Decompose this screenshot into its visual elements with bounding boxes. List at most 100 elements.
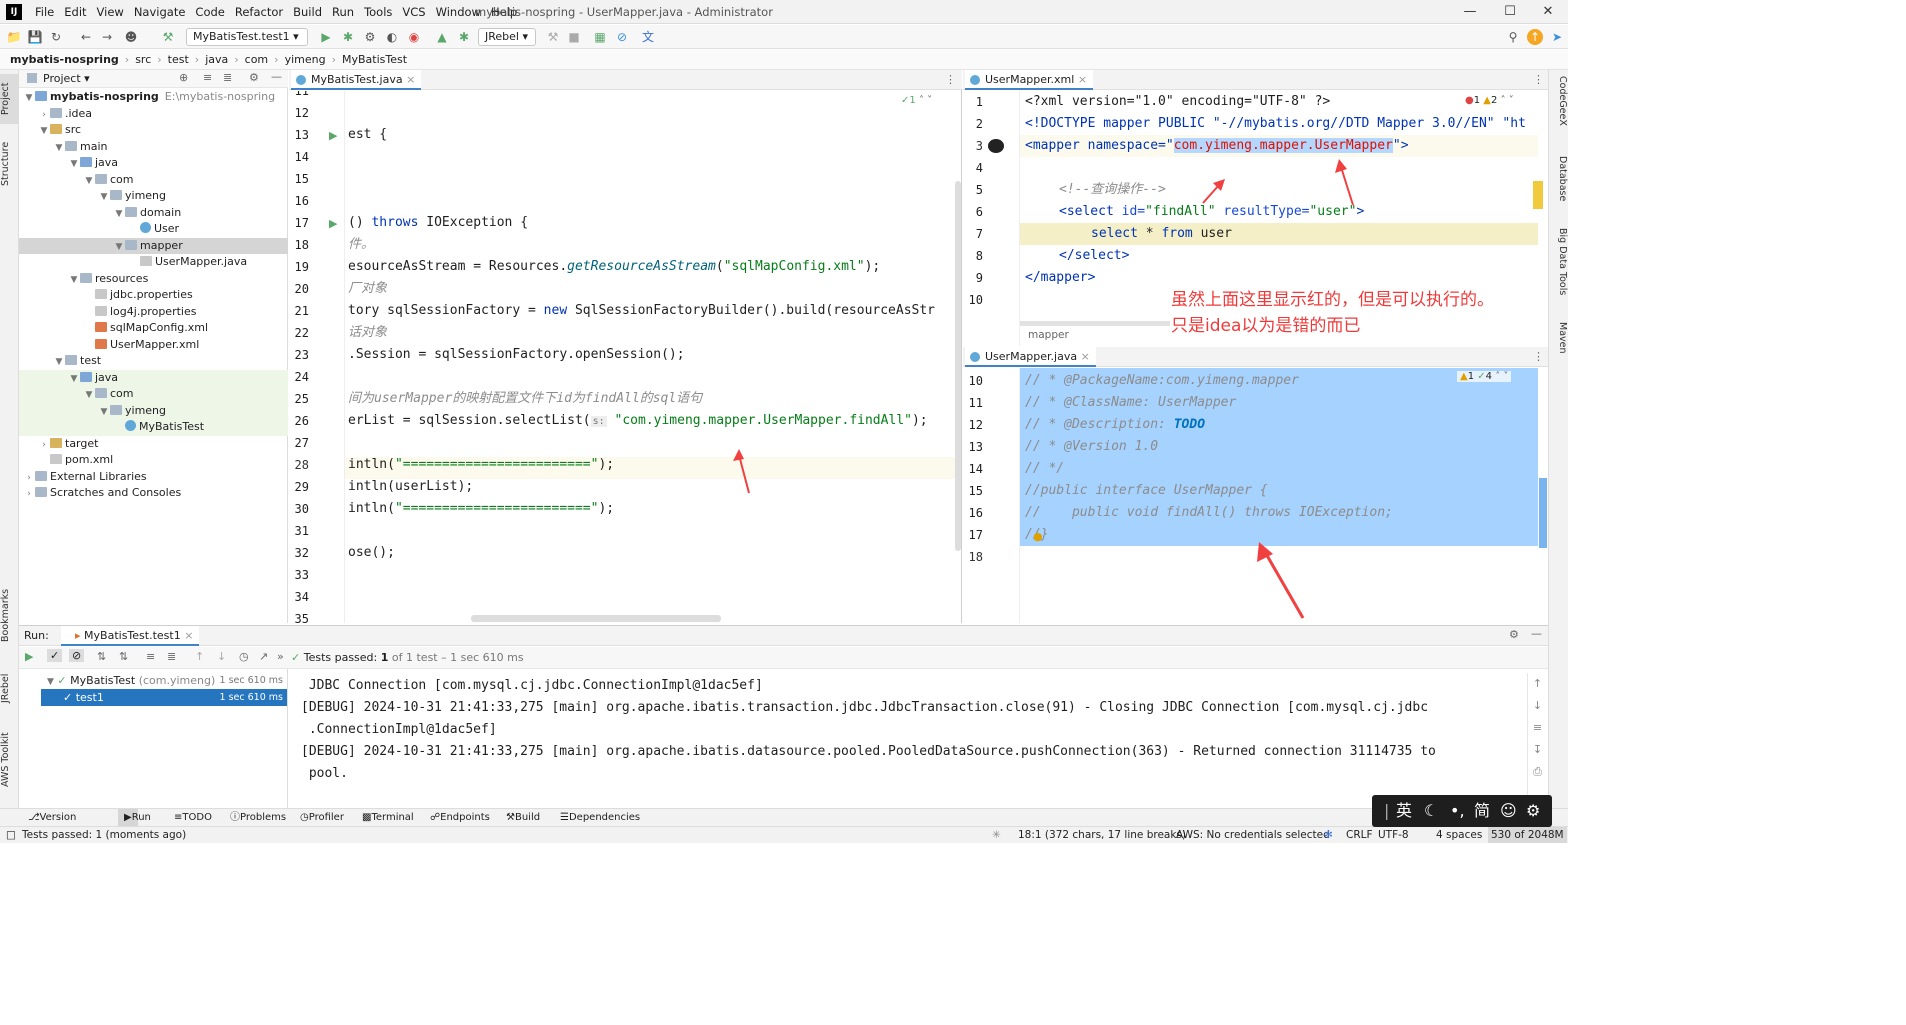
codegeex-tool-tab[interactable]: CodeGeeX: [1551, 76, 1568, 138]
run-gutter-icon[interactable]: ▶: [329, 129, 337, 142]
tab-dependencies[interactable]: ☰ Dependencies: [560, 809, 640, 827]
coverage-report-icon[interactable]: ▦: [592, 29, 608, 45]
expand-arrow-icon[interactable]: ▼: [113, 239, 125, 256]
expand-tests-icon[interactable]: ≡: [146, 650, 155, 663]
ime-emoji-icon[interactable]: ☺: [1500, 799, 1517, 823]
menu-view[interactable]: View: [92, 0, 129, 24]
maximize-icon[interactable]: ☐: [1490, 0, 1530, 24]
tab-profiler[interactable]: ◷ Profiler: [300, 809, 344, 827]
tree-item-yimeng[interactable]: ▼ yimeng: [19, 188, 288, 205]
menu-navigate[interactable]: Navigate: [129, 0, 191, 24]
expand-arrow-icon[interactable]: ▼: [68, 272, 80, 289]
menu-file[interactable]: File: [30, 0, 59, 24]
show-passed-icon[interactable]: ✓: [47, 649, 63, 662]
close-run-tab-icon[interactable]: ×: [184, 629, 193, 642]
wrap-icon[interactable]: ≡: [1528, 717, 1547, 739]
more-icon[interactable]: ⋮: [1533, 73, 1544, 86]
hide-panel-icon[interactable]: —: [271, 70, 282, 83]
big-data-tools-tab[interactable]: Big Data Tools: [1551, 228, 1568, 306]
lightbulb-icon[interactable]: ●: [1033, 530, 1043, 543]
tab-mybatistest-java[interactable]: MyBatisTest.java ×: [291, 70, 422, 90]
stop-icon[interactable]: ■: [566, 29, 582, 45]
expand-arrow-icon[interactable]: ›: [38, 437, 50, 454]
inspection-widget[interactable]: ▲1 ✓4 ˄ ˅: [1457, 371, 1512, 382]
expand-arrow-icon[interactable]: ▼: [113, 206, 125, 223]
tree-item-mapper[interactable]: ▼ mapper: [19, 237, 288, 256]
tab-todo[interactable]: ≡ TODO: [174, 809, 212, 827]
tab-run[interactable]: ▶ Run: [118, 809, 151, 827]
indent-setting[interactable]: 4 spaces: [1436, 827, 1482, 843]
build-icon[interactable]: ⚒: [545, 29, 561, 45]
tab-usermapper-xml[interactable]: UserMapper.xml ×: [965, 70, 1094, 90]
sort-duration-icon[interactable]: ⇅: [119, 650, 128, 663]
tree-item-target[interactable]: › target: [19, 436, 288, 453]
collapse-tests-icon[interactable]: ≣: [167, 650, 176, 663]
back-icon[interactable]: ←: [78, 29, 94, 45]
expand-arrow-icon[interactable]: ▼: [83, 387, 95, 404]
menu-tools[interactable]: Tools: [359, 0, 397, 24]
expand-arrow-icon[interactable]: ▼: [53, 140, 65, 157]
xml-breadcrumb[interactable]: mapper: [1028, 329, 1069, 341]
show-ignored-icon[interactable]: ⊘: [69, 649, 85, 662]
breadcrumb-test[interactable]: test: [168, 50, 189, 70]
namespace-value[interactable]: com.yimeng.mapper.UserMapper: [1173, 138, 1393, 153]
file-encoding[interactable]: UTF-8: [1378, 827, 1409, 843]
horizontal-scrollbar[interactable]: [1020, 321, 1170, 326]
more-chevron-icon[interactable]: »: [277, 650, 284, 663]
tree-item-usermapper-xml[interactable]: UserMapper.xml: [19, 337, 288, 354]
gear-icon[interactable]: ⚙: [249, 71, 259, 84]
tree-item-mybatis-nospring[interactable]: ▼ mybatis-nospring E:\mybatis-nospring: [19, 89, 288, 106]
menu-code[interactable]: Code: [190, 0, 229, 24]
editor-rt-body[interactable]: 1 2 3 4 5 6 7 8 9 10 ●1 ▲2 ˄ ˅ <?xml version="1.0…: [963, 91, 1548, 346]
breadcrumb-project[interactable]: mybatis-nospring: [10, 50, 119, 70]
jrebel-debug-icon[interactable]: ✱: [456, 29, 472, 45]
jrebel-run-icon[interactable]: ▲: [434, 29, 450, 45]
line-separator[interactable]: CRLF: [1346, 827, 1373, 843]
expand-arrow-icon[interactable]: ▼: [83, 173, 95, 190]
open-icon[interactable]: 📁: [6, 29, 22, 45]
menu-run[interactable]: Run: [327, 0, 359, 24]
run-settings-icon[interactable]: ⚙: [1509, 628, 1519, 641]
expand-arrow-icon[interactable]: ›: [38, 107, 50, 124]
tree-item-scratches-and-consoles[interactable]: › Scratches and Consoles: [19, 485, 288, 502]
editor-left-body[interactable]: 11 12 13 14 15 16 17 18 19 20 21 22 23 24 25 26 27 28 29 30…: [289, 91, 962, 623]
translate-icon[interactable]: 文: [640, 29, 656, 45]
structure-tool-tab[interactable]: Structure: [0, 134, 19, 194]
sync-icon[interactable]: ↻: [48, 29, 64, 45]
editor-rb-body[interactable]: 10 11 12 13 14 15 16 17 18 ▲1 ✓4 ˄ ˅ // * @Packa…: [963, 368, 1548, 623]
expand-arrow-icon[interactable]: ›: [23, 486, 35, 503]
more-icon[interactable]: ⋮: [945, 73, 956, 86]
status-message[interactable]: Tests passed: 1 (moments ago): [22, 827, 186, 843]
run-tab[interactable]: ▸ MyBatisTest.test1 ×: [61, 626, 200, 646]
tree-item-com[interactable]: ▼ com: [19, 172, 288, 189]
tree-item-log4j-properties[interactable]: log4j.properties: [19, 304, 288, 321]
ime-moon-icon[interactable]: ☾: [1424, 799, 1438, 823]
caret-position[interactable]: 18:1 (372 chars, 17 line breaks): [1018, 827, 1186, 843]
tree-item-com[interactable]: ▼ com: [19, 386, 288, 403]
jrebel-select[interactable]: JRebel ▾: [478, 28, 536, 46]
run-test-gutter-icon[interactable]: ▶: [329, 217, 337, 230]
tree-item-pom-xml[interactable]: pom.xml: [19, 452, 288, 469]
next-failed-icon[interactable]: ↓: [217, 650, 226, 663]
close-tab-icon[interactable]: ×: [1081, 350, 1090, 363]
tree-item-user[interactable]: User: [19, 221, 288, 238]
console-area[interactable]: JDBC Connection [com.mysql.cj.jdbc.Conne…: [19, 669, 1548, 809]
tree-item-external-libraries[interactable]: › External Libraries: [19, 469, 288, 486]
project-tool-tab[interactable]: Project: [0, 74, 19, 124]
close-tab-icon[interactable]: ×: [1078, 73, 1087, 86]
tab-endpoints[interactable]: ☍ Endpoints: [430, 809, 490, 827]
run-config-select[interactable]: MyBatisTest.test1 ▾: [186, 28, 308, 46]
jrebel-tool-tab[interactable]: JRebel: [0, 668, 19, 708]
expand-arrow-icon[interactable]: ▼: [23, 90, 35, 107]
expand-all-icon[interactable]: ≡: [203, 71, 212, 84]
aws-status[interactable]: AWS: No credentials selected: [1176, 827, 1330, 843]
run-icon[interactable]: ▶: [318, 29, 334, 45]
scroll-end-icon[interactable]: ↧: [1528, 739, 1547, 761]
tree-item-src[interactable]: ▼ src: [19, 122, 288, 139]
inspection-widget[interactable]: ✓1 ˄ ˅: [901, 95, 932, 106]
sort-alpha-icon[interactable]: ⇅: [97, 650, 106, 663]
tab-usermapper-java[interactable]: UserMapper.java ×: [965, 347, 1096, 367]
menu-refactor[interactable]: Refactor: [230, 0, 288, 24]
expand-arrow-icon[interactable]: ▼: [98, 189, 110, 206]
bookmarks-tool-tab[interactable]: Bookmarks: [0, 585, 19, 645]
